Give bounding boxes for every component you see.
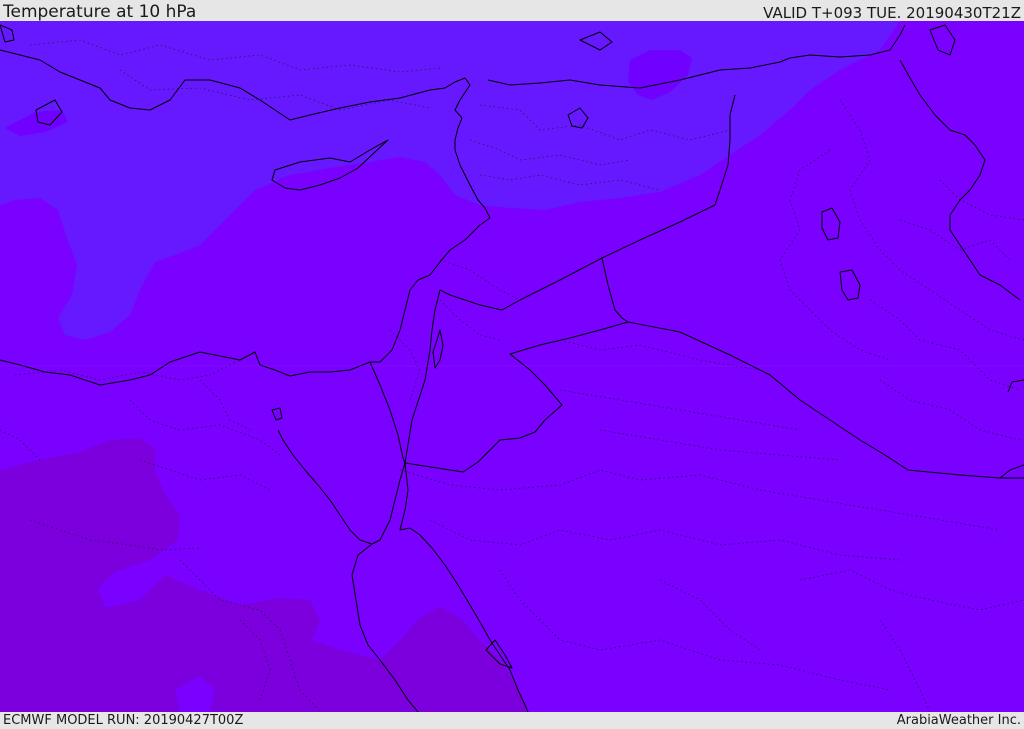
model-run-label: ECMWF MODEL RUN: 20190427T00Z — [3, 713, 244, 728]
map-title: Temperature at 10 hPa — [3, 2, 197, 22]
header-bar: Temperature at 10 hPa VALID T+093 TUE. 2… — [0, 0, 1024, 21]
map-svg — [0, 21, 1024, 712]
credit-label: ArabiaWeather Inc. — [896, 713, 1021, 728]
map-canvas[interactable] — [0, 21, 1024, 712]
valid-time: VALID T+093 TUE. 20190430T21Z — [763, 4, 1021, 22]
footer-bar: ECMWF MODEL RUN: 20190427T00Z ArabiaWeat… — [0, 712, 1024, 729]
